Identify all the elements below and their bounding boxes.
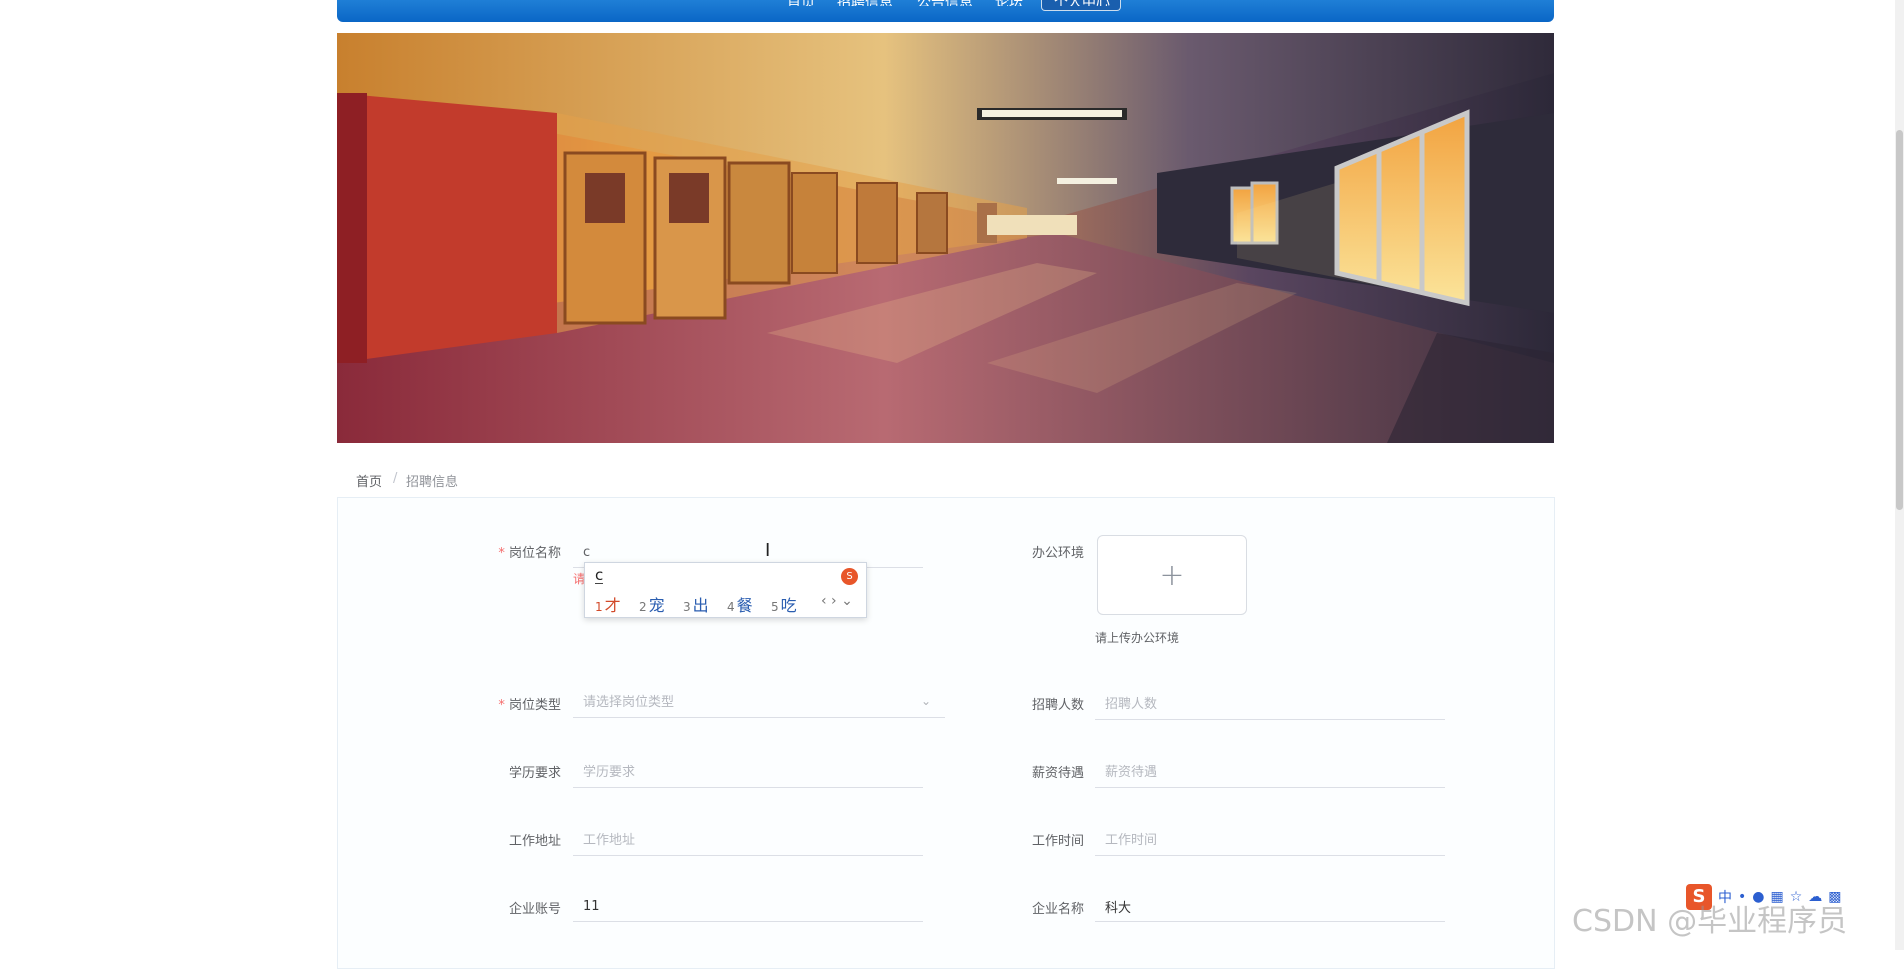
top-nav-bar: 首页 招聘信息 公告信息 论坛 个人中心 [337,0,1554,22]
nav-item-forum[interactable]: 论坛 [995,0,1023,6]
salary-input[interactable] [1095,758,1445,788]
sogou-ime-icon[interactable]: S [841,568,858,585]
ime-candidate-popup: c S 1才 2宠 3出 4餐 5吃 ‹ › ⌄ [584,562,867,618]
banner-image [337,33,1554,443]
company-name-label: 企业名称 [1031,902,1084,917]
ime-candidate[interactable]: 3出 [683,592,709,616]
breadcrumb-current: 招聘信息 [406,475,459,490]
company-account-input[interactable] [573,892,923,922]
nav-item-profile-active[interactable]: 个人中心 [1041,0,1121,11]
ime-composition: c [595,566,604,584]
position-type-label: 岗位类型 [461,694,561,713]
work-address-input[interactable] [573,826,923,856]
company-account-label: 企业账号 [508,902,561,917]
text-cursor-icon: I [765,540,771,561]
csdn-watermark: CSDN @毕业程序员 [1572,904,1848,939]
ime-candidate[interactable]: 1才 [595,592,621,616]
ime-candidate[interactable]: 5吃 [771,592,797,616]
headcount-label: 招聘人数 [1031,698,1084,713]
nav-item-notices[interactable]: 公告信息 [917,0,973,6]
corridor-illustration [337,33,1554,443]
breadcrumb-home[interactable]: 首页 [356,471,382,490]
scrollbar-thumb[interactable] [1896,130,1903,510]
work-time-label: 工作时间 [1031,834,1084,849]
work-address-label: 工作地址 [508,834,561,849]
chevron-down-icon: ⌄ [921,694,932,708]
office-env-upload-button[interactable]: + [1097,535,1247,615]
salary-label: 薪资待遇 [1031,766,1084,781]
ime-candidate[interactable]: 4餐 [727,592,753,616]
company-name-input[interactable] [1095,892,1445,922]
nav-item-profile: 个人中心 [1054,0,1110,6]
nav-item-home[interactable]: 首页 [787,0,815,6]
ime-candidate[interactable]: 2宠 [639,592,665,616]
nav-item-jobs[interactable]: 招聘信息 [837,0,893,6]
work-time-input[interactable] [1095,826,1445,856]
position-type-select[interactable] [573,688,945,718]
ime-page-nav[interactable]: ‹ › ⌄ [821,593,853,609]
office-env-upload-hint: 请上传办公环境 [1095,631,1180,645]
office-env-label: 办公环境 [1031,546,1084,561]
headcount-input[interactable] [1095,690,1445,720]
education-label: 学历要求 [508,766,561,781]
position-name-label: 岗位名称 [461,542,561,561]
breadcrumb-separator: / [393,471,398,486]
plus-icon: + [1159,557,1185,593]
education-input[interactable] [573,758,923,788]
